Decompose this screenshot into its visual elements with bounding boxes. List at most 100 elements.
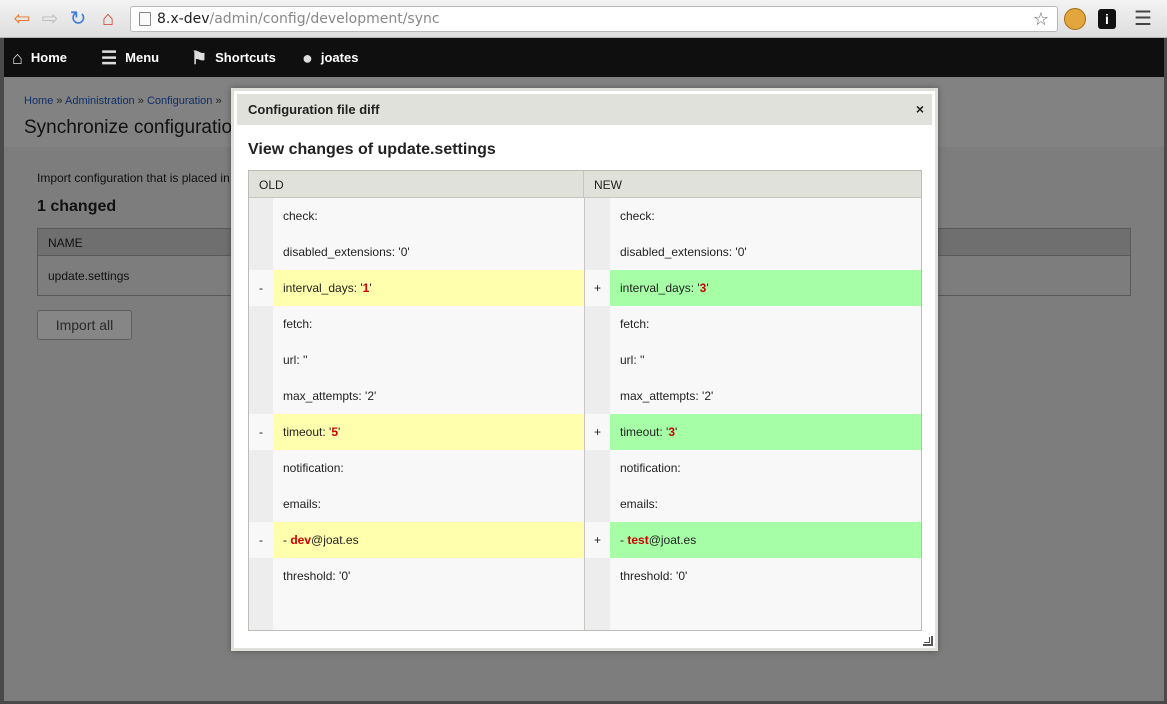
diff-row: url: '' url: '' (249, 342, 921, 378)
url-path: /admin/config/development/sync (209, 11, 440, 27)
old-line: max_attempts: '2' (273, 378, 584, 414)
new-line: notification: (610, 450, 921, 486)
new-changed-text: 3 (668, 425, 675, 439)
new-marker (584, 306, 610, 342)
new-marker (584, 378, 610, 414)
extension-icon[interactable] (1064, 8, 1086, 30)
old-line: emails: (273, 486, 584, 522)
breadcrumb: Home » Administration » Configuration » (24, 95, 222, 107)
old-line: fetch: (273, 306, 584, 342)
forward-arrow-icon[interactable]: ⇨ (38, 7, 62, 31)
star-icon[interactable]: ☆ (1033, 8, 1049, 32)
breadcrumb-separator: » (56, 95, 63, 107)
breadcrumb-home[interactable]: Home (24, 95, 53, 107)
toolbar-user[interactable]: ● joates (302, 38, 358, 77)
browser-window: ⇦ ⇨ ↻ ⌂ 8.x-dev/admin/config/development… (0, 0, 1167, 704)
diff-row: fetch: fetch: (249, 306, 921, 342)
new-line: max_attempts: '2' (610, 378, 921, 414)
diff-dialog: Configuration file diff × View changes o… (231, 88, 938, 651)
diff-row-changed: - interval_days: '1' + interval_days: '3' (249, 270, 921, 306)
new-line: disabled_extensions: '0' (610, 234, 921, 270)
page-title: Synchronize configuration (24, 117, 243, 138)
breadcrumb-configuration[interactable]: Configuration (147, 95, 212, 107)
old-changed-text: 5 (331, 425, 338, 439)
diff-row: notification: notification: (249, 450, 921, 486)
old-text: timeout: ' (283, 425, 332, 439)
new-text: ' (706, 281, 709, 295)
toolbar-menu[interactable]: ☰ Menu (101, 38, 159, 77)
new-marker: + (584, 270, 610, 306)
old-marker (249, 450, 273, 486)
diff-row (249, 594, 921, 630)
resize-handle-icon[interactable] (923, 636, 933, 646)
column-header-new: NEW (584, 171, 921, 198)
old-line: check: (273, 198, 584, 234)
back-arrow-icon[interactable]: ⇦ (10, 7, 34, 31)
menu-icon: ☰ (101, 47, 118, 68)
toolbar-shortcuts[interactable]: ⚑ Shortcuts (191, 38, 276, 77)
new-marker (584, 342, 610, 378)
dialog-titlebar[interactable]: Configuration file diff × (237, 94, 932, 125)
old-marker: - (249, 270, 273, 306)
old-marker (249, 486, 273, 522)
new-marker: + (584, 414, 610, 450)
info-extension-icon[interactable]: i (1098, 9, 1116, 29)
old-text: interval_days: ' (283, 281, 363, 295)
address-bar[interactable]: 8.x-dev/admin/config/development/sync ☆ (130, 6, 1058, 32)
new-line: emails: (610, 486, 921, 522)
diff-row: emails: emails: (249, 486, 921, 522)
new-line: check: (610, 198, 921, 234)
old-line: timeout: '5' (273, 414, 584, 450)
old-marker: - (249, 414, 273, 450)
dialog-title: Configuration file diff (248, 102, 380, 117)
diff-row: disabled_extensions: '0' disabled_extensi… (249, 234, 921, 270)
breadcrumb-administration[interactable]: Administration (65, 95, 135, 107)
new-text: interval_days: ' (620, 281, 700, 295)
home-icon: ⌂ (12, 47, 23, 68)
old-marker (249, 558, 273, 594)
new-line: interval_days: '3' (610, 270, 921, 306)
new-line: fetch: (610, 306, 921, 342)
page-icon (139, 12, 151, 26)
home-icon[interactable]: ⌂ (96, 7, 120, 31)
old-line (273, 594, 584, 630)
old-marker (249, 342, 273, 378)
diff-row: max_attempts: '2' max_attempts: '2' (249, 378, 921, 414)
diff-row-changed: -- dev@joat.es + - test@joat.es (249, 522, 921, 558)
new-line: timeout: '3' (610, 414, 921, 450)
bookmark-icon: ⚑ (191, 47, 208, 68)
admin-toolbar: ⌂ Home ☰ Menu ⚑ Shortcuts ● joates (4, 38, 1164, 77)
new-marker (584, 594, 610, 630)
old-marker (249, 234, 273, 270)
old-line: url: '' (273, 342, 584, 378)
new-marker (584, 486, 610, 522)
new-marker (584, 198, 610, 234)
breadcrumb-separator: » (215, 95, 222, 107)
new-text: ' (675, 425, 678, 439)
old-marker (249, 198, 273, 234)
browser-menu-icon[interactable]: ☰ (1134, 9, 1152, 29)
old-marker (249, 378, 273, 414)
column-header-old: OLD (249, 171, 584, 198)
old-line: notification: (273, 450, 584, 486)
old-line: disabled_extensions: '0' (273, 234, 584, 270)
url-host: 8.x-dev (157, 11, 210, 27)
import-all-button[interactable]: Import all (37, 310, 132, 340)
new-text: @joat.es (648, 533, 697, 547)
diff-table: OLD NEW check: check: disabled_extensions:… (248, 170, 922, 631)
changed-heading: 1 changed (37, 198, 117, 215)
old-text: ' (369, 281, 372, 295)
old-changed-text: dev (290, 533, 312, 547)
toolbar-home[interactable]: ⌂ Home (12, 38, 67, 77)
reload-icon[interactable]: ↻ (66, 7, 90, 31)
new-marker: + (584, 522, 610, 558)
new-marker (584, 558, 610, 594)
breadcrumb-separator: » (137, 95, 144, 107)
old-marker: - (249, 522, 273, 558)
old-line: interval_days: '1' (273, 270, 584, 306)
diff-row-changed: - timeout: '5' + timeout: '3' (249, 414, 921, 450)
diff-row: threshold: '0' threshold: '0' (249, 558, 921, 594)
new-line: url: '' (610, 342, 921, 378)
new-marker (584, 234, 610, 270)
close-icon[interactable]: × (916, 101, 924, 117)
